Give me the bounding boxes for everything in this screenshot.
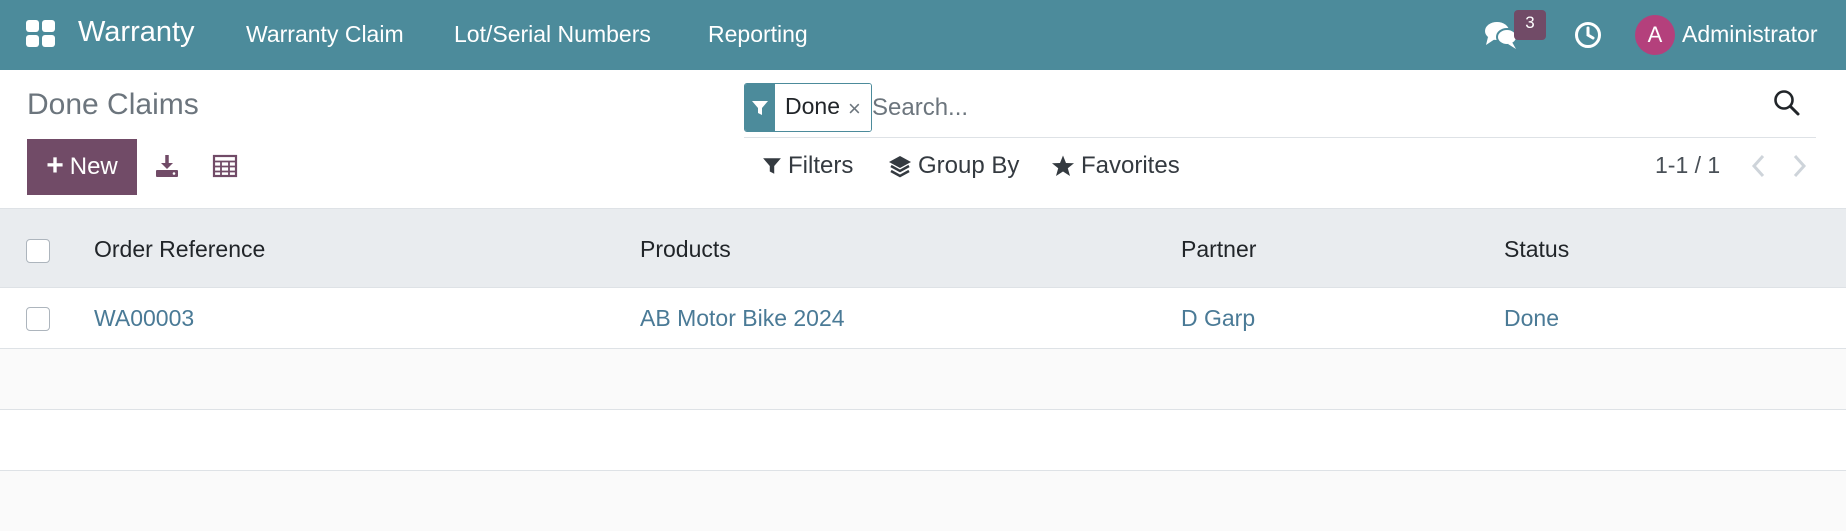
group-by-label: Group By [918, 152, 1020, 179]
menu-item-warranty-claim[interactable]: Warranty Claim [246, 21, 404, 48]
table-header: Order Reference Products Partner Status [0, 208, 1846, 288]
message-count-badge: 3 [1514, 10, 1546, 40]
column-header-partner[interactable]: Partner [1181, 236, 1256, 263]
select-all-checkbox[interactable] [26, 239, 50, 263]
menu-item-lot-serial-numbers[interactable]: Lot/Serial Numbers [454, 21, 651, 48]
facet-remove-icon[interactable]: × [847, 84, 871, 131]
order-reference-cell[interactable]: WA00003 [94, 305, 194, 332]
app-title[interactable]: Warranty [78, 16, 195, 49]
new-button-label: New [69, 153, 118, 180]
favorites-label: Favorites [1081, 152, 1180, 179]
search-bar: Done × [744, 82, 1816, 138]
empty-row [0, 349, 1846, 410]
page-title: Done Claims [27, 88, 199, 121]
search-icon[interactable] [1772, 88, 1802, 118]
search-input[interactable] [872, 88, 1752, 128]
group-by-button[interactable]: Group By [888, 152, 1019, 180]
row-checkbox[interactable] [26, 307, 50, 331]
favorites-button[interactable]: Favorites [1051, 152, 1180, 180]
star-icon [1052, 155, 1074, 176]
apps-grid-icon[interactable] [26, 20, 56, 48]
download-icon[interactable] [154, 153, 180, 179]
facet-value: Done [775, 84, 848, 131]
user-avatar[interactable]: A [1635, 15, 1675, 55]
filters-label: Filters [788, 152, 854, 179]
column-header-order-reference[interactable]: Order Reference [94, 236, 265, 263]
status-cell[interactable]: Done [1504, 305, 1559, 332]
empty-row [0, 410, 1846, 471]
chevron-right-icon[interactable] [1788, 152, 1810, 180]
new-button[interactable]: + New [27, 139, 137, 195]
products-cell[interactable]: AB Motor Bike 2024 [640, 305, 845, 332]
filters-button[interactable]: Filters [762, 152, 853, 180]
activity-clock-icon[interactable] [1574, 21, 1602, 49]
partner-cell[interactable]: D Garp [1181, 305, 1255, 332]
plus-icon: + [46, 148, 64, 182]
pager-value[interactable]: 1-1 / 1 [1655, 152, 1720, 179]
empty-row [0, 471, 1846, 531]
chevron-left-icon[interactable] [1748, 152, 1770, 180]
claims-table: Order Reference Products Partner Status … [0, 208, 1846, 531]
filter-icon [745, 84, 775, 131]
filter-icon [763, 158, 781, 174]
spreadsheet-icon[interactable] [212, 153, 238, 179]
chat-icon[interactable] [1484, 20, 1518, 50]
layers-icon [889, 156, 911, 178]
menu-item-reporting[interactable]: Reporting [708, 21, 808, 48]
table-row[interactable]: WA00003 AB Motor Bike 2024 D Garp Done [0, 288, 1846, 349]
column-header-status[interactable]: Status [1504, 236, 1569, 263]
top-navbar: Warranty Warranty Claim Lot/Serial Numbe… [0, 0, 1846, 70]
column-header-products[interactable]: Products [640, 236, 731, 263]
user-name[interactable]: Administrator [1682, 21, 1817, 48]
filter-facet[interactable]: Done × [744, 83, 872, 132]
